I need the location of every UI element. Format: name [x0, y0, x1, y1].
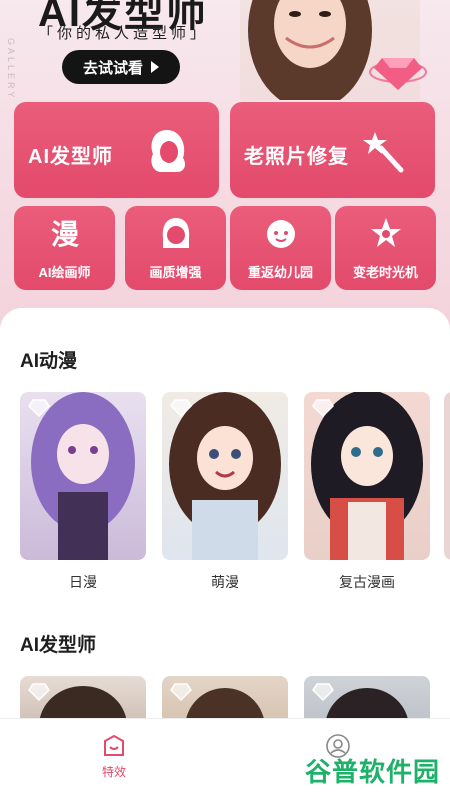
hairstyle-thumb-1[interactable] [20, 676, 146, 718]
girl-face-icon [162, 218, 189, 248]
diamond-badge-icon [312, 399, 334, 418]
diamond-badge-icon [28, 399, 50, 418]
feature-photo-restore[interactable]: 老照片修复 [230, 102, 435, 198]
feature-aging-machine[interactable]: 变老时光机 [335, 206, 436, 290]
anime-thumb-japanese-label: 日漫 [69, 574, 97, 590]
gallery-side-text: GALLERY [6, 38, 16, 101]
feature-ai-hairstylist[interactable]: AI发型师 [14, 102, 219, 198]
svg-text:漫: 漫 [50, 218, 78, 250]
diamond-badge-icon [28, 683, 50, 702]
feature-ai-painter[interactable]: 漫 AI绘画师 [14, 206, 115, 290]
feature-quality-enhance-label: 画质增强 [149, 265, 202, 280]
watermark: 谷普软件园 [304, 757, 440, 787]
nav-tab-effects[interactable]: 特效 [84, 733, 144, 781]
feature-quality-enhance[interactable]: 画质增强 [125, 206, 226, 290]
section-title-ai-anime: AI动漫 [20, 351, 78, 372]
feature-ai-hairstylist-label: AI发型师 [28, 146, 113, 168]
anime-thumb-retro-comic[interactable] [304, 392, 430, 560]
star-icon [370, 218, 401, 247]
feature-photo-restore-label: 老照片修复 [244, 146, 349, 168]
content-panel: AI动漫 日漫 萌漫 复古漫画 AI发型师 [0, 308, 450, 718]
nav-tab-effects-label: 特效 [101, 765, 126, 779]
hairstyle-thumb-2[interactable] [162, 676, 288, 718]
hair-silhouette-icon [151, 130, 185, 172]
feature-ai-painter-label: AI绘画师 [38, 265, 91, 280]
anime-thumb-japanese[interactable] [20, 392, 146, 560]
effects-bag-icon [104, 734, 124, 756]
diamond-badge-icon [170, 399, 192, 418]
magic-wand-icon [363, 132, 404, 173]
anime-thumb-retro-comic-label: 复古漫画 [339, 574, 395, 590]
feature-back-to-kindergarten-label: 重返幼儿园 [247, 265, 313, 280]
feature-aging-machine-label: 变老时光机 [352, 265, 418, 280]
hairstyle-thumb-3[interactable] [304, 676, 430, 718]
hero-subtitle: 「你的私人造型师」 [38, 25, 210, 42]
baby-face-icon [266, 220, 295, 248]
feature-back-to-kindergarten[interactable]: 重返幼儿园 [230, 206, 331, 290]
play-icon [151, 61, 159, 73]
anime-thumb-partial[interactable] [444, 392, 450, 560]
anime-thumb-cute[interactable] [162, 392, 288, 560]
gem-icon [369, 58, 427, 90]
diamond-badge-icon [170, 683, 192, 702]
try-it-label: 去试试看 [82, 59, 143, 77]
anime-thumb-cute-label: 萌漫 [211, 574, 239, 590]
try-it-button[interactable]: 去试试看 [62, 50, 180, 84]
section-title-ai-hairstylist: AI发型师 [20, 635, 97, 656]
diamond-badge-icon [312, 683, 334, 702]
man-character-icon: 漫 [50, 218, 78, 250]
